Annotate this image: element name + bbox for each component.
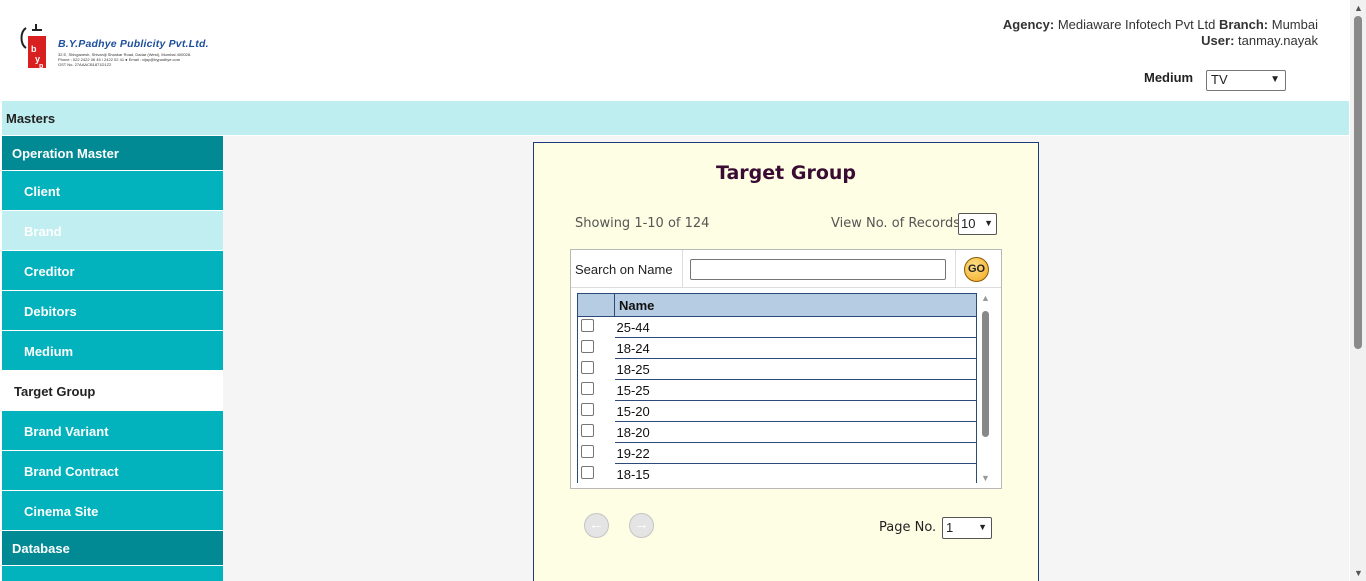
view-records-label: View No. of Records:: [831, 216, 965, 231]
target-group-grid: Search on Name GO Name 25-44 18-24 18-25: [570, 249, 1002, 489]
search-row: Search on Name GO: [571, 250, 1001, 288]
page-number-select[interactable]: 1 ▼: [942, 517, 992, 539]
table-row: 25-44: [577, 316, 977, 338]
page-title: Target Group: [715, 162, 857, 184]
scrollbar-thumb[interactable]: [982, 311, 989, 437]
row-checkbox[interactable]: [581, 465, 594, 479]
scroll-up-icon[interactable]: ▲: [981, 293, 990, 303]
sidebar-item-creditor[interactable]: Creditor: [2, 251, 223, 291]
divider: [955, 250, 956, 288]
scrollbar-thumb[interactable]: [1354, 16, 1362, 349]
table-row: 19-22: [577, 442, 977, 464]
svg-text:p: p: [39, 63, 43, 70]
logo-title: B.Y.Padhye Publicity Pvt.Ltd.: [58, 38, 209, 50]
row-name: 15-20: [614, 400, 977, 422]
row-name: 18-20: [614, 421, 977, 443]
sidebar-item-client[interactable]: Client: [2, 171, 223, 211]
logo-mark-icon: b y p: [20, 24, 46, 70]
view-records-select[interactable]: 10 ▼: [958, 213, 997, 235]
sidebar-item-debitors[interactable]: Debitors: [2, 291, 223, 331]
search-label: Search on Name: [575, 262, 673, 277]
previous-page-icon[interactable]: ←: [584, 513, 609, 538]
agency-info: Agency: Mediaware Infotech Pvt Ltd Branc…: [1003, 17, 1318, 49]
row-checkbox[interactable]: [581, 444, 594, 458]
medium-select-value: TV: [1211, 72, 1228, 87]
row-name: 25-44: [614, 316, 977, 338]
name-column-header: Name: [614, 293, 977, 317]
row-checkbox[interactable]: [581, 423, 594, 437]
svg-text:b: b: [31, 44, 37, 54]
row-checkbox[interactable]: [581, 339, 594, 353]
table-row: 15-20: [577, 400, 977, 422]
sidebar-next-item[interactable]: [2, 566, 223, 581]
medium-select[interactable]: TV ▼: [1206, 70, 1286, 91]
row-checkbox[interactable]: [581, 402, 594, 416]
sidebar-item-brand-variant[interactable]: Brand Variant: [2, 411, 223, 451]
target-group-table: Name 25-44 18-24 18-25 15-25 15-20 18-20…: [577, 293, 977, 483]
sidebar-item-brand[interactable]: Brand: [2, 211, 223, 251]
table-header-row: Name: [577, 293, 977, 317]
medium-label: Medium: [1144, 70, 1194, 85]
user-label: User:: [1201, 33, 1235, 48]
page-number-label: Page No.: [879, 520, 937, 535]
table-row: 18-15: [577, 463, 977, 483]
divider: [682, 250, 683, 288]
table-wrapper: Name 25-44 18-24 18-25 15-25 15-20 18-20…: [577, 293, 977, 483]
records-showing: Showing 1-10 of 124: [575, 216, 710, 231]
agency-value: Mediaware Infotech Pvt Ltd: [1057, 17, 1216, 32]
table-scrollbar[interactable]: ▲ ▼: [979, 293, 991, 483]
next-page-icon[interactable]: →: [629, 513, 654, 538]
table-row: 18-24: [577, 337, 977, 359]
agency-label: Agency:: [1002, 17, 1055, 32]
scroll-down-icon[interactable]: ▼: [1354, 568, 1363, 578]
row-checkbox[interactable]: [581, 360, 594, 374]
sidebar-item-cinema-site[interactable]: Cinema Site: [2, 491, 223, 531]
page-number-value: 1: [946, 520, 954, 535]
chevron-down-icon: ▼: [1270, 74, 1280, 85]
row-name: 18-15: [614, 463, 977, 483]
sidebar-item-brand-contract[interactable]: Brand Contract: [2, 451, 223, 491]
chevron-down-icon: ▼: [978, 522, 987, 532]
row-name: 18-25: [614, 358, 977, 380]
branch-value: Mumbai: [1271, 17, 1318, 32]
table-row: 18-20: [577, 421, 977, 443]
sidebar-database[interactable]: Database: [2, 531, 223, 566]
sidebar: Operation Master Client Brand Creditor D…: [2, 136, 223, 581]
logo-gst: GST No. 27AAACB1871D1Z2: [58, 62, 112, 67]
branch-label: Branch:: [1219, 17, 1269, 32]
sidebar-item-target-group[interactable]: Target Group: [2, 371, 223, 411]
row-name: 19-22: [614, 442, 977, 464]
go-button[interactable]: GO: [964, 257, 989, 282]
view-records-value: 10: [961, 216, 976, 231]
chevron-down-icon: ▼: [984, 218, 993, 228]
search-input[interactable]: [690, 259, 946, 280]
row-name: 18-24: [614, 337, 977, 359]
company-logo: b y p B.Y.Padhye Publicity Pvt.Ltd. 32 E…: [18, 22, 218, 74]
user-value: tanmay.nayak: [1238, 33, 1318, 48]
table-row: 15-25: [577, 379, 977, 401]
table-row: 18-25: [577, 358, 977, 380]
scroll-up-icon[interactable]: ▲: [1354, 3, 1363, 13]
select-column-header: [577, 293, 615, 317]
row-checkbox[interactable]: [581, 319, 594, 332]
sidebar-operation-master[interactable]: Operation Master: [2, 136, 223, 171]
window-scrollbar[interactable]: ▲ ▼: [1350, 0, 1366, 581]
row-checkbox[interactable]: [581, 381, 594, 395]
header: b y p B.Y.Padhye Publicity Pvt.Ltd. 32 E…: [0, 0, 1350, 100]
sidebar-item-medium[interactable]: Medium: [2, 331, 223, 371]
row-name: 15-25: [614, 379, 977, 401]
masters-bar[interactable]: Masters: [2, 101, 1349, 135]
target-group-panel: Target Group Showing 1-10 of 124 View No…: [533, 142, 1039, 581]
scroll-down-icon[interactable]: ▼: [981, 473, 990, 483]
